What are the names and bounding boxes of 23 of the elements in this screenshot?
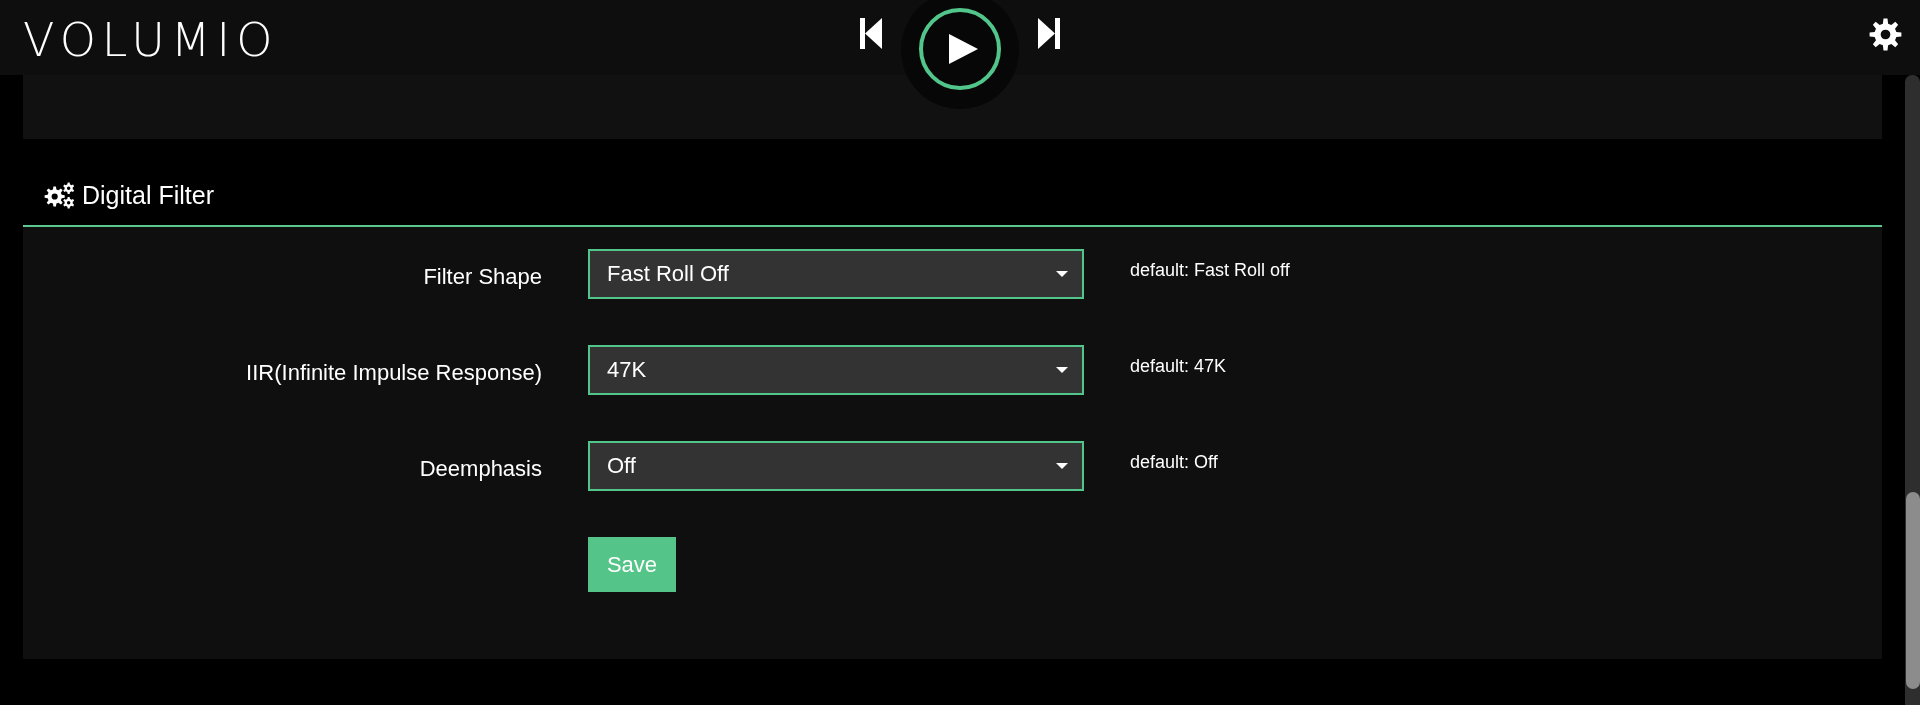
default-hint: default: Off — [1130, 452, 1219, 473]
settings-button[interactable] — [1869, 18, 1902, 51]
next-button[interactable] — [1038, 18, 1060, 49]
default-hint: default: 47K — [1130, 356, 1228, 377]
dropdown-field[interactable]: 47K — [588, 345, 1084, 395]
settings-icon — [1869, 18, 1902, 51]
scrollbar-thumb[interactable] — [1906, 492, 1920, 689]
caret-icon — [1056, 463, 1068, 469]
scrollbar-track[interactable] — [1905, 75, 1920, 705]
field-label: Deemphasis — [418, 456, 542, 482]
logo: VOLUMIO — [23, 17, 279, 63]
previous-button[interactable] — [860, 18, 882, 49]
skip-back-icon — [860, 18, 882, 49]
gears-icon — [44, 182, 75, 209]
caret-icon — [1056, 367, 1068, 373]
caret-icon — [1056, 271, 1068, 277]
section-title: Digital Filter — [82, 180, 214, 210]
skip-forward-icon — [1038, 18, 1060, 49]
dropdown-field[interactable]: Off — [588, 441, 1084, 491]
dropdown-field[interactable]: Fast Roll Off — [588, 249, 1084, 299]
default-hint: default: Fast Roll off — [1130, 260, 1291, 281]
field-label: IIR(Infinite Impulse Response) — [245, 360, 542, 386]
field-label: Filter Shape — [422, 264, 542, 290]
